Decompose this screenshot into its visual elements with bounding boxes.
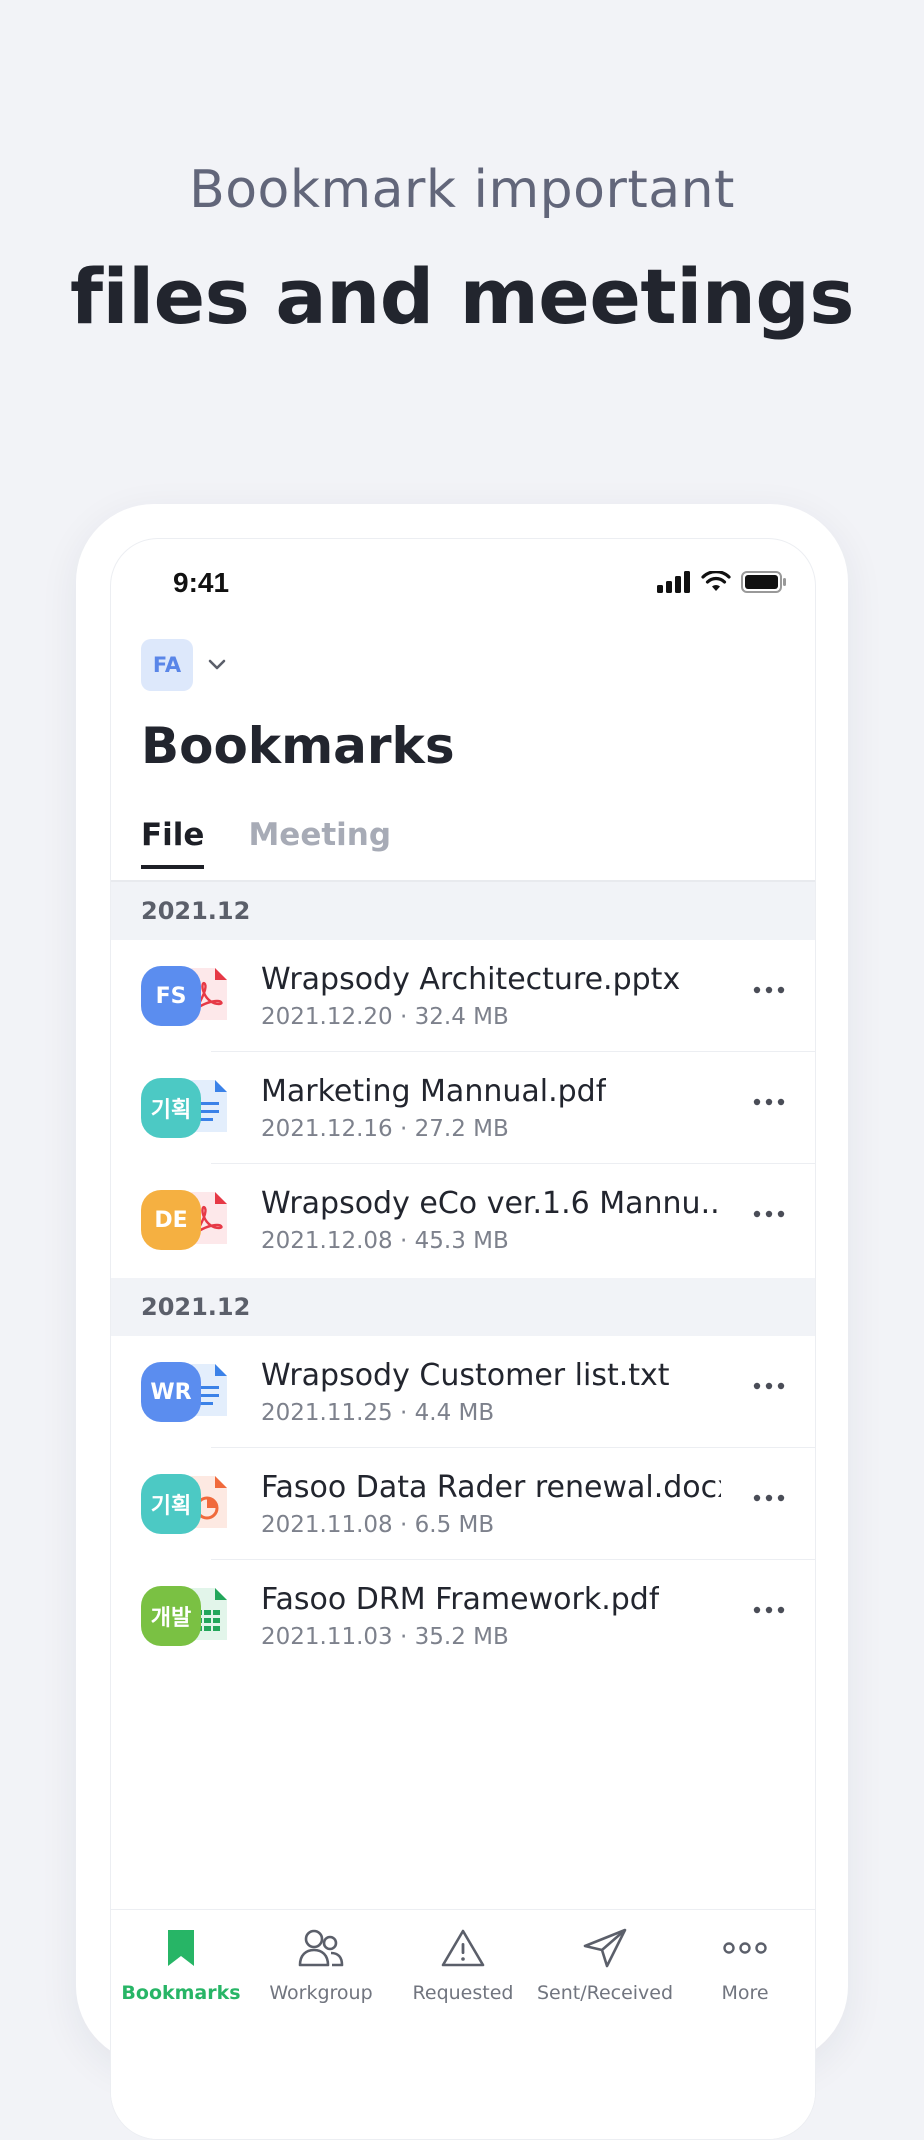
file-name: Wrapsody Architecture.pptx xyxy=(261,962,681,997)
list-item[interactable]: 개발 Fasoo DRM Framework.pdf 2021.11.03 · … xyxy=(111,1560,815,1672)
send-icon xyxy=(583,1928,627,1968)
list-item[interactable]: 기획 Marketing Mannual.pdf 2021.12.16 · 27… xyxy=(111,1052,815,1164)
file-meta: 2021.12.16 · 27.2 MB xyxy=(261,1116,509,1142)
more-options-icon[interactable] xyxy=(753,986,785,994)
file-meta: 2021.12.08 · 45.3 MB xyxy=(261,1228,509,1254)
phone-frame: 9:41 FA Bookmarks File Meeting 2021.12 F… xyxy=(76,504,848,2140)
list-item[interactable]: WR Wrapsody Customer list.txt 2021.11.25… xyxy=(111,1336,815,1448)
list-item[interactable]: 기획 Fasoo Data Rader renewal.docx 2021.11… xyxy=(111,1448,815,1560)
status-icons xyxy=(657,571,787,593)
owner-avatar: 개발 xyxy=(141,1586,201,1646)
more-options-icon[interactable] xyxy=(753,1210,785,1218)
nav-label: Bookmarks xyxy=(121,1982,241,2004)
tab-meeting[interactable]: Meeting xyxy=(248,817,391,867)
section-header: 2021.12 xyxy=(111,882,815,940)
wifi-icon xyxy=(701,571,731,591)
nav-label: Workgroup xyxy=(269,1982,373,2004)
file-meta: 2021.11.03 · 35.2 MB xyxy=(261,1624,509,1650)
chevron-down-icon xyxy=(208,659,226,670)
warning-icon xyxy=(441,1929,485,1967)
file-name: Wrapsody eCo ver.1.6 Mannu... xyxy=(261,1186,721,1221)
tab-file[interactable]: File xyxy=(141,817,205,869)
page-title: Bookmarks xyxy=(141,717,455,775)
nav-bookmarks[interactable]: Bookmarks xyxy=(111,1922,251,2004)
file-name: Marketing Mannual.pdf xyxy=(261,1074,607,1109)
nav-requested[interactable]: Requested xyxy=(393,1922,533,2004)
nav-workgroup[interactable]: Workgroup xyxy=(251,1922,391,2004)
file-meta: 2021.11.08 · 6.5 MB xyxy=(261,1512,495,1538)
owner-avatar: DE xyxy=(141,1190,201,1250)
owner-avatar: 기획 xyxy=(141,1078,201,1138)
file-meta: 2021.12.20 · 32.4 MB xyxy=(261,1004,509,1030)
promo-subtitle: Bookmark important xyxy=(189,160,735,220)
people-icon xyxy=(298,1929,344,1967)
signal-icon xyxy=(657,571,690,593)
nav-sent-received[interactable]: Sent/Received xyxy=(535,1922,675,2004)
file-name: Fasoo Data Rader renewal.docx xyxy=(261,1470,721,1505)
file-name: Fasoo DRM Framework.pdf xyxy=(261,1582,660,1617)
promo-title: files and meetings xyxy=(69,252,855,341)
list-item[interactable]: DE Wrapsody eCo ver.1.6 Mannu... 2021.12… xyxy=(111,1164,815,1276)
more-options-icon[interactable] xyxy=(753,1494,785,1502)
nav-label: Sent/Received xyxy=(536,1982,674,2004)
file-meta: 2021.11.25 · 4.4 MB xyxy=(261,1400,495,1426)
account-switcher[interactable]: FA xyxy=(141,639,227,691)
battery-icon xyxy=(741,571,786,593)
status-time: 9:41 xyxy=(173,567,230,598)
owner-avatar: WR xyxy=(141,1362,201,1422)
nav-label: More xyxy=(721,1982,769,2004)
nav-label: Requested xyxy=(412,1982,514,2004)
more-options-icon[interactable] xyxy=(753,1606,785,1614)
app-screen: 9:41 FA Bookmarks File Meeting 2021.12 F… xyxy=(110,538,816,2140)
more-options-icon[interactable] xyxy=(753,1098,785,1106)
nav-more[interactable]: More xyxy=(675,1922,815,2004)
more-options-icon[interactable] xyxy=(753,1382,785,1390)
section-header-label: 2021.12 xyxy=(141,897,251,925)
owner-avatar: 기획 xyxy=(141,1474,201,1534)
owner-avatar: FS xyxy=(141,966,201,1026)
more-dots-icon xyxy=(723,1942,767,1954)
bookmark-icon xyxy=(168,1930,194,1966)
bottom-nav: Bookmarks Workgroup Requested Sent/Recei… xyxy=(111,1909,815,2139)
file-name: Wrapsody Customer list.txt xyxy=(261,1358,670,1393)
account-avatar: FA xyxy=(141,639,193,691)
list-item[interactable]: FS Wrapsody Architecture.pptx 2021.12.20… xyxy=(111,940,815,1052)
section-header: 2021.12 xyxy=(111,1278,815,1336)
section-header-label: 2021.12 xyxy=(141,1293,251,1321)
tab-bar: File Meeting xyxy=(141,817,391,869)
